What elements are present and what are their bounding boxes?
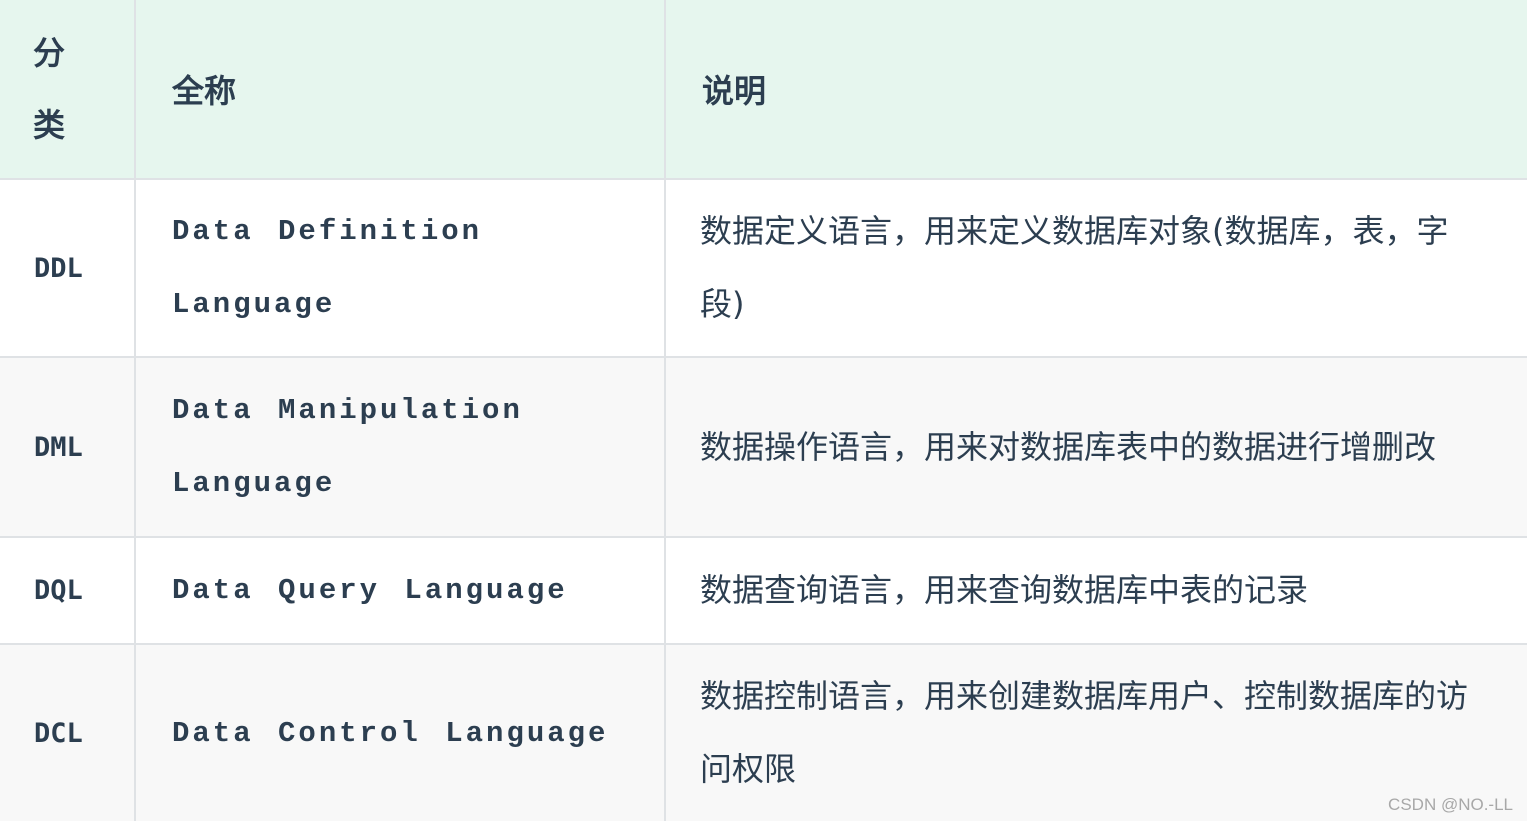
cell-abbr: DQL [0, 536, 136, 645]
sql-categories-table: 分 类 全称 说明 DDL Data Definition Language 数… [0, 0, 1527, 821]
cell-abbr: DCL [0, 643, 136, 821]
cell-abbr: DDL [0, 178, 136, 358]
csdn-watermark: CSDN @NO.-LL [1388, 795, 1513, 814]
cell-full-name: Data Control Language [134, 643, 666, 821]
header-category: 分 类 [0, 0, 136, 180]
header-description: 说明 [664, 0, 1527, 180]
cell-abbr: DML [0, 356, 136, 538]
table-row: DCL Data Control Language 数据控制语言，用来创建数据库… [0, 643, 1527, 821]
table-header-row: 分 类 全称 说明 [0, 0, 1527, 180]
cell-full-name: Data Manipulation Language [134, 356, 666, 538]
cell-description: 数据操作语言，用来对数据库表中的数据进行增删改 [664, 356, 1527, 538]
header-full-name: 全称 [134, 0, 666, 180]
cell-description: 数据查询语言，用来查询数据库中表的记录 [664, 536, 1527, 645]
header-category-line2: 类 [33, 106, 66, 144]
table-row: DML Data Manipulation Language 数据操作语言，用来… [0, 356, 1527, 538]
cell-description: 数据定义语言，用来定义数据库对象(数据库，表，字段) [664, 178, 1527, 358]
cell-full-name: Data Query Language [134, 536, 666, 645]
header-category-line1: 分 [33, 34, 66, 72]
cell-full-name: Data Definition Language [134, 178, 666, 358]
table-row: DQL Data Query Language 数据查询语言，用来查询数据库中表… [0, 536, 1527, 645]
table-row: DDL Data Definition Language 数据定义语言，用来定义… [0, 178, 1527, 358]
